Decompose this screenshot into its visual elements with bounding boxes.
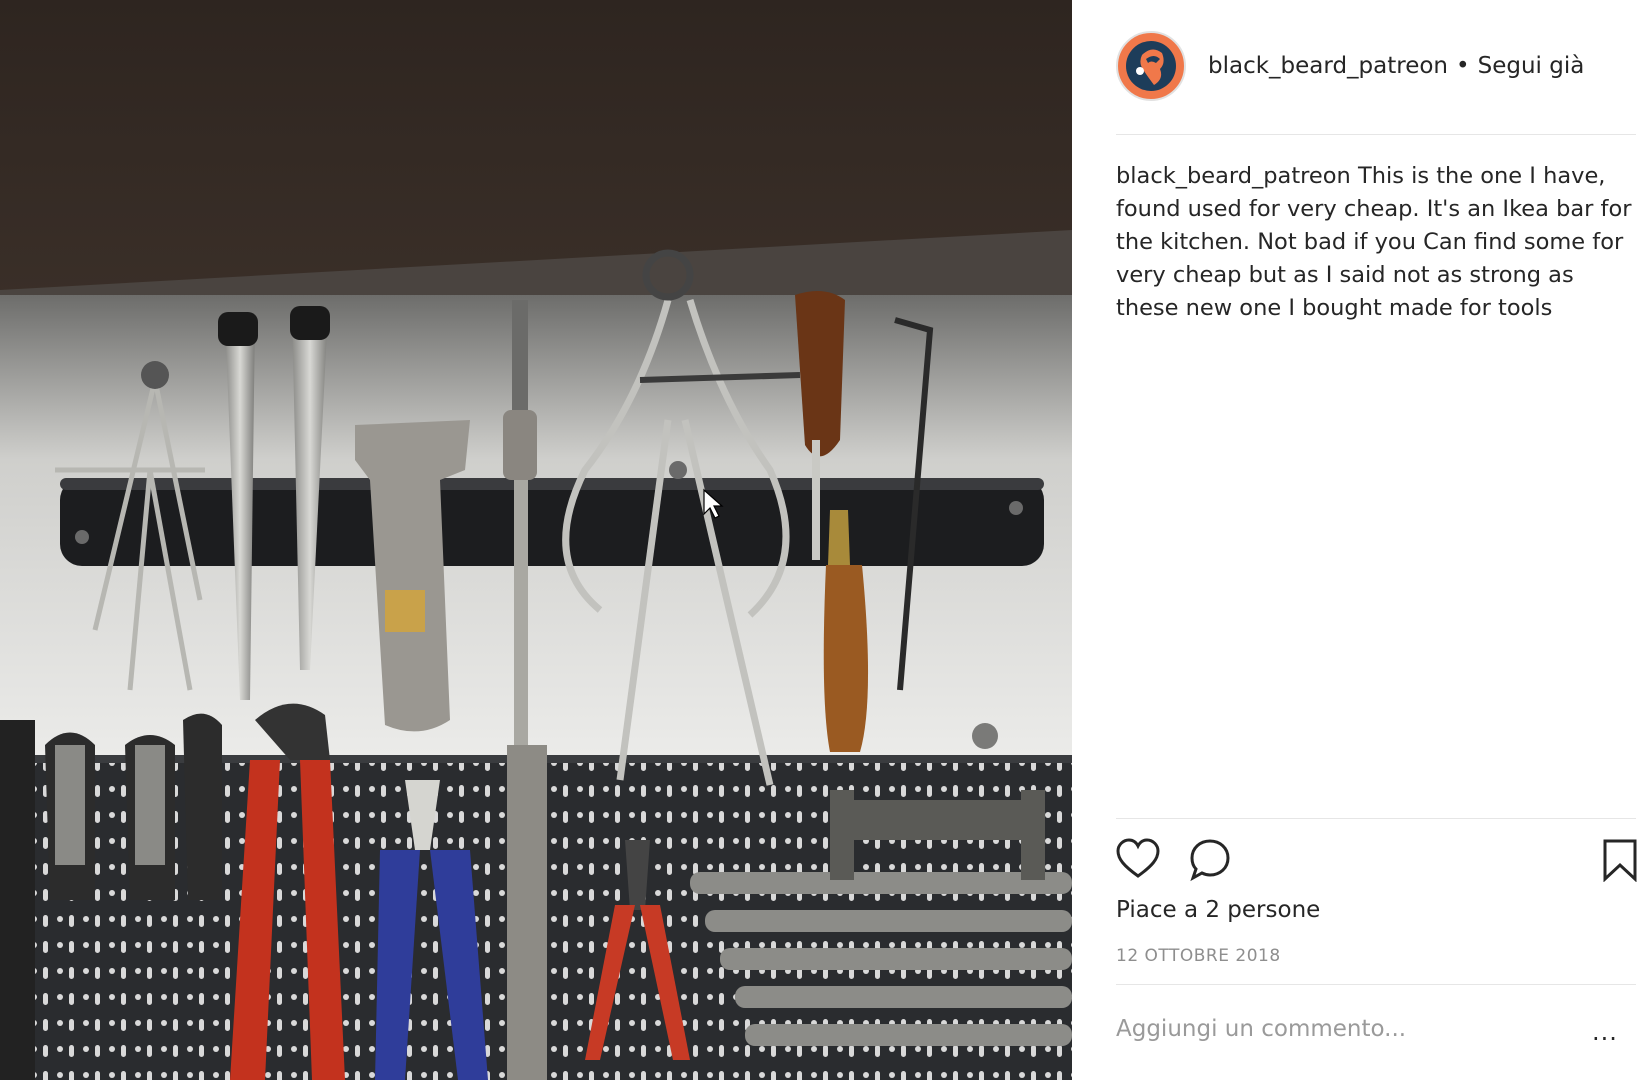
post-header: black_beard_patreon • Segui già [1116, 30, 1584, 102]
more-options-icon[interactable]: ... [1592, 1018, 1618, 1046]
header-separator: • [1456, 53, 1470, 79]
caption-username[interactable]: black_beard_patreon [1116, 163, 1351, 189]
pirate-logo-icon [1126, 41, 1176, 91]
comment-icon[interactable] [1188, 838, 1232, 886]
header-divider [1116, 134, 1636, 135]
likes-count[interactable]: Piace a 2 persone [1116, 897, 1320, 923]
heart-icon[interactable] [1116, 838, 1160, 884]
post-author-username[interactable]: black_beard_patreon [1208, 53, 1448, 79]
comment-divider [1116, 984, 1636, 985]
comment-input[interactable] [1116, 1016, 1576, 1042]
bookmark-icon[interactable] [1602, 838, 1638, 886]
following-button[interactable]: Segui già [1478, 53, 1585, 79]
post-caption: black_beard_patreon This is the one I ha… [1116, 160, 1636, 325]
tools-photo-image [0, 0, 1072, 1080]
post-sidebar: black_beard_patreon • Segui già black_be… [1072, 0, 1650, 1080]
actions-divider [1116, 818, 1636, 819]
avatar[interactable] [1116, 31, 1186, 101]
action-bar [1116, 838, 1638, 886]
post-photo[interactable] [0, 0, 1072, 1080]
post-date[interactable]: 12 OTTOBRE 2018 [1116, 946, 1281, 966]
